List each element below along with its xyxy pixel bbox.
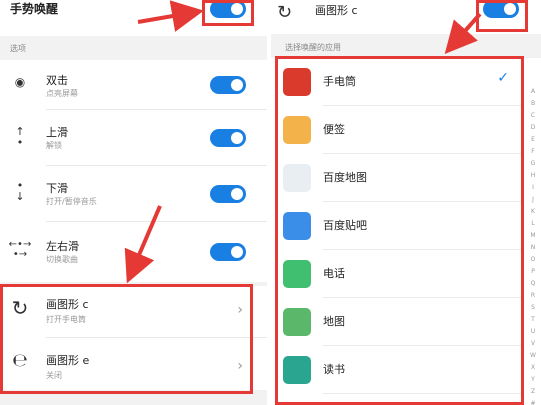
screenshot: 手势唤醒 选项 ◉ 双击 点亮屏幕 ↑ • 上滑 解锁 • ↓ 下滑 打开/暂停音乐 [0, 0, 541, 405]
arrow-to-draw-shapes [124, 205, 162, 284]
arrow-to-app-list [444, 12, 482, 54]
annotation-arrows [124, 0, 482, 284]
arrow-to-toggle [137, 0, 204, 32]
